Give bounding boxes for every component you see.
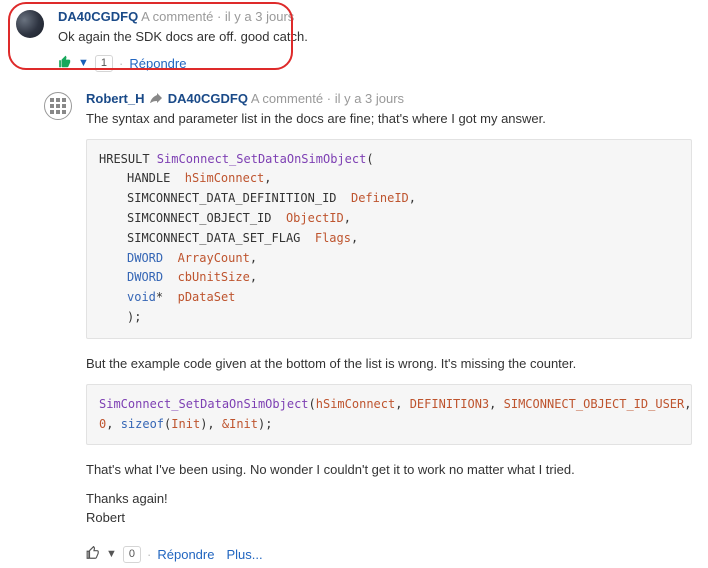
code-token: SIMCONNECT_OBJECT_ID	[127, 211, 286, 225]
chevron-down-icon[interactable]: ▼	[106, 548, 117, 560]
commented-label: A commenté	[141, 9, 213, 24]
comment-actions: ▼ 0 · Répondre Plus...	[86, 546, 692, 563]
author-link[interactable]: Robert_H	[86, 91, 145, 106]
chevron-down-icon[interactable]: ▼	[78, 57, 89, 69]
more-button[interactable]: Plus...	[226, 547, 262, 562]
code-token: ,	[409, 191, 416, 205]
code-token: ,	[344, 211, 351, 225]
code-token: );	[258, 417, 272, 431]
code-token: ,	[264, 171, 271, 185]
code-token: );	[127, 310, 141, 324]
avatar[interactable]	[16, 10, 44, 38]
code-token: ,	[250, 270, 257, 284]
author-link[interactable]: DA40CGDFQ	[58, 9, 138, 24]
code-token: ,	[395, 397, 409, 411]
comment-header: Robert_H DA40CGDFQ A commenté · il y a 3…	[86, 90, 692, 108]
code-token: hSimConnect	[316, 397, 395, 411]
timestamp: il y a 3 jours	[335, 91, 404, 106]
code-token: SIMCONNECT_DATA_SET_FLAG	[127, 231, 315, 245]
timestamp: il y a 3 jours	[225, 9, 294, 24]
separator: ·	[323, 91, 335, 106]
code-token: SimConnect_SetDataOnSimObject	[99, 397, 309, 411]
code-token: ObjectID	[286, 211, 344, 225]
code-token: HANDLE	[127, 171, 185, 185]
code-token: ,	[351, 231, 358, 245]
comment-body-outro: That's what I've been using. No wonder I…	[86, 461, 692, 480]
comment-body-thanks: Thanks again!	[86, 490, 692, 509]
code-token: Init	[229, 417, 258, 431]
code-token: Init	[171, 417, 200, 431]
comment-body-mid: But the example code given at the bottom…	[86, 355, 692, 374]
code-token: *	[156, 290, 178, 304]
separator: ·	[213, 9, 225, 24]
code-token: Flags	[315, 231, 351, 245]
comment-item: Robert_H DA40CGDFQ A commenté · il y a 3…	[44, 90, 692, 563]
code-token: SIMCONNECT_OBJECT_ID_USER	[504, 397, 685, 411]
code-token: (	[309, 397, 316, 411]
code-token: sizeof	[121, 417, 164, 431]
commented-label: A commenté	[251, 91, 323, 106]
comment-body: Ok again the SDK docs are off. good catc…	[58, 28, 692, 47]
separator: ·	[147, 547, 151, 562]
code-token: ,	[684, 397, 691, 411]
vote-count: 1	[95, 55, 113, 72]
reply-button[interactable]: Répondre	[129, 56, 186, 71]
reply-to-link[interactable]: DA40CGDFQ	[168, 91, 248, 106]
avatar[interactable]	[44, 92, 72, 120]
thumb-up-icon[interactable]	[86, 546, 100, 563]
vote-count: 0	[123, 546, 141, 563]
reply-button[interactable]: Répondre	[157, 547, 214, 562]
comment-body-intro: The syntax and parameter list in the doc…	[86, 110, 692, 129]
code-token: pDataSet	[178, 290, 236, 304]
code-token: ArrayCount	[178, 251, 250, 265]
code-token: void	[127, 290, 156, 304]
code-token: (	[366, 152, 373, 166]
code-token: SIMCONNECT_DATA_DEFINITION_ID	[127, 191, 351, 205]
code-token: hSimConnect	[185, 171, 264, 185]
code-token: ),	[200, 417, 222, 431]
separator: ·	[119, 56, 123, 71]
code-token: ,	[106, 417, 120, 431]
code-token: DefineID	[351, 191, 409, 205]
thumb-up-icon[interactable]	[58, 55, 72, 72]
reply-arrow-icon	[150, 91, 166, 106]
code-token: cbUnitSize	[178, 270, 250, 284]
code-token: HRESULT	[99, 152, 157, 166]
code-token: ,	[250, 251, 257, 265]
code-token: DWORD	[127, 251, 178, 265]
code-token: SimConnect_SetDataOnSimObject	[157, 152, 367, 166]
comment-item: DA40CGDFQ A commenté · il y a 3 jours Ok…	[16, 8, 692, 72]
code-block: HRESULT SimConnect_SetDataOnSimObject( H…	[86, 139, 692, 339]
comment-actions: ▼ 1 · Répondre	[58, 55, 692, 72]
comment-body-signature: Robert	[86, 509, 692, 528]
code-token: DWORD	[127, 270, 178, 284]
code-block: SimConnect_SetDataOnSimObject(hSimConnec…	[86, 384, 692, 446]
code-token: DEFINITION3	[410, 397, 489, 411]
comment-header: DA40CGDFQ A commenté · il y a 3 jours	[58, 8, 692, 26]
code-token: ,	[489, 397, 503, 411]
